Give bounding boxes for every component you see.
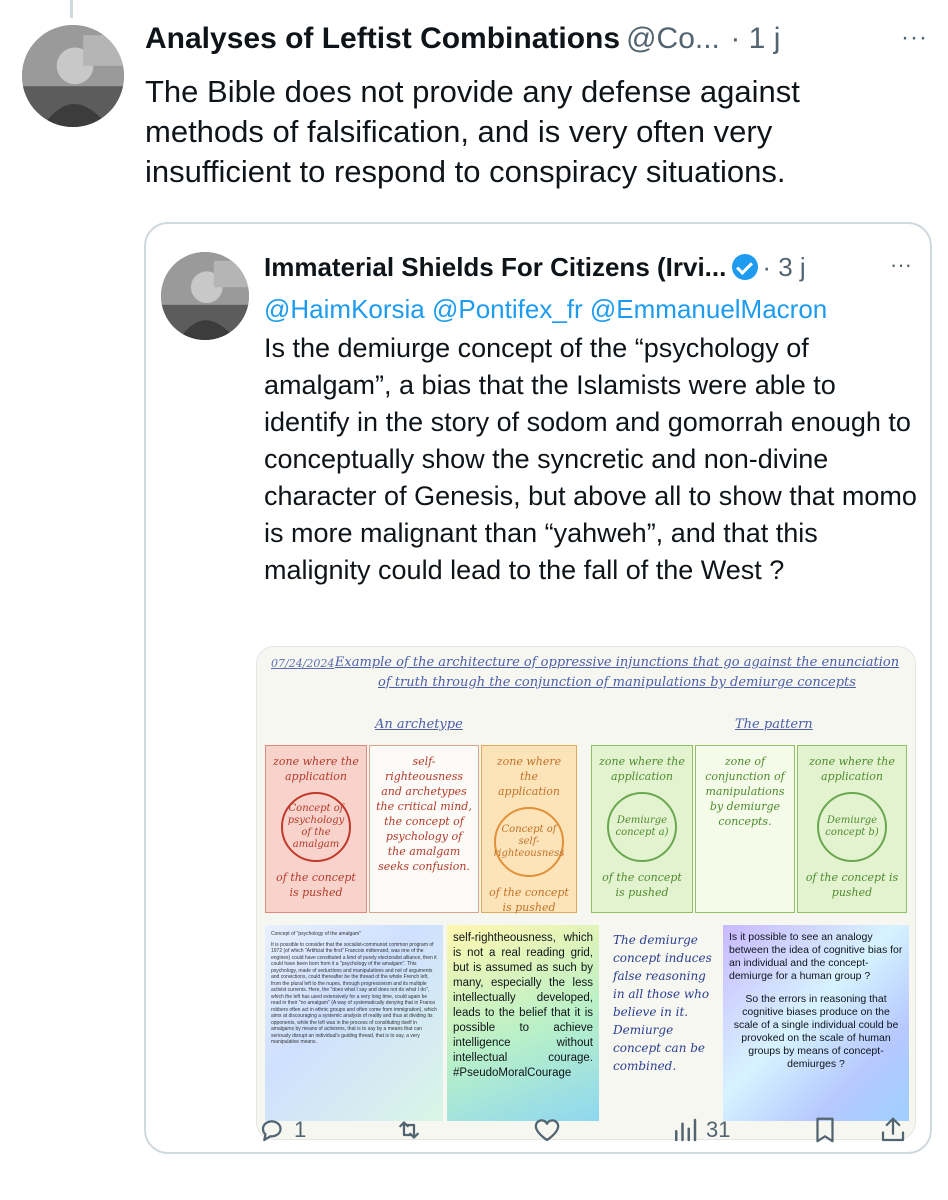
box-self-righteousness: self-rightheousness, which is not a real… (447, 925, 599, 1121)
tweet-actions-bar: 1 31 (0, 1115, 948, 1165)
quote-author-name[interactable]: Immaterial Shields For Citizens (Irvi... (264, 252, 726, 282)
author-name[interactable]: Analyses of Leftist Combinations (145, 22, 620, 55)
media-title: Example of the architecture of oppressiv… (334, 655, 900, 690)
concept-circle: Demiurge concept b) (817, 792, 887, 862)
pattern-label: The pattern (735, 717, 813, 732)
quote-text: Is the demiurge concept of the “psycholo… (264, 333, 917, 585)
reply-count: 1 (294, 1117, 307, 1142)
box-small-title: Concept of "psychology of the amalgam" (271, 931, 361, 937)
concept-circle: Concept of self-righteousness (494, 807, 565, 877)
bookmark-button[interactable] (810, 1115, 840, 1145)
avatar-photo-icon (161, 252, 249, 340)
concept-circle: Demiurge concept a) (607, 792, 677, 862)
concept-circle: Concept of psychology of the amalgam (281, 792, 351, 862)
quote-time[interactable]: · 3 j (762, 252, 805, 282)
archetype-label: An archetype (375, 717, 463, 732)
quote-author-avatar[interactable] (161, 252, 249, 340)
box-demiurge-handwritten: The demiurge concept induces false reaso… (613, 933, 712, 1073)
quote-tweet-card[interactable]: Immaterial Shields For Citizens (Irvi...… (144, 222, 932, 1154)
box-analogy-question: Is it possible to see an analogy between… (729, 931, 903, 982)
retweet-icon (399, 1121, 419, 1139)
views-button[interactable]: 31 (670, 1115, 730, 1145)
quote-more-options-icon[interactable]: ··· (890, 252, 912, 278)
panel-text: zone where the application (599, 755, 685, 783)
media-date: 07/24/2024 (271, 657, 335, 670)
panel-conjunction: zone of conjunction of manipulations by … (695, 745, 795, 913)
more-options-icon[interactable]: ··· (901, 24, 928, 52)
views-chart-icon (675, 1118, 697, 1142)
panel-text: zone where the application (273, 755, 359, 783)
tweet-header: Analyses of Leftist Combinations @Co... ·… (145, 22, 928, 70)
panel-amalgam: zone where the application Concept of ps… (265, 745, 367, 913)
box-cognitive-bias: Is it possible to see an analogy between… (723, 925, 909, 1121)
panel-demiurge-b: zone where the application Demiurge conc… (797, 745, 907, 913)
retweet-button[interactable] (394, 1115, 430, 1145)
author-handle[interactable]: @Co... (626, 22, 720, 55)
tweet-text: The Bible does not provide any defense a… (145, 74, 800, 189)
box-analogy-answer: So the errors in reasoning that cognitiv… (733, 993, 899, 1070)
quote-header: Immaterial Shields For Citizens (Irvi...… (264, 252, 912, 292)
author-avatar[interactable] (22, 25, 124, 127)
panel-self-righteousness: zone where the application Concept of se… (481, 745, 577, 914)
share-icon (881, 1117, 905, 1142)
panel-text: zone where the application (496, 755, 562, 798)
box-small-text: It is possible to consider that the soci… (271, 941, 437, 1046)
avatar-photo-icon (22, 25, 124, 127)
verified-badge-icon (732, 254, 759, 280)
share-button[interactable] (878, 1115, 908, 1145)
panel-text: zone where the application (809, 755, 895, 783)
like-button[interactable] (532, 1115, 568, 1145)
thread-line (70, 0, 73, 18)
panel-demiurge-a: zone where the application Demiurge conc… (591, 745, 693, 913)
tweet-time[interactable]: · 1 j (730, 22, 780, 55)
panel-text: of the concept is pushed (489, 886, 569, 914)
reply-button[interactable]: 1 (258, 1115, 306, 1145)
quote-mentions[interactable]: @HaimKorsia @Pontifex_fr @EmmanuelMacron (264, 294, 827, 325)
panel-text: of the concept is pushed (602, 871, 682, 899)
quote-media-image[interactable]: 07/24/2024 Example of the architecture o… (256, 646, 916, 1140)
panel-text: of the concept is pushed (805, 871, 899, 899)
heart-icon (534, 1119, 560, 1142)
views-count: 31 (706, 1117, 731, 1142)
reply-icon (261, 1120, 282, 1142)
panel-self-righteousness-text: self-righteousness and archetypes the cr… (369, 745, 479, 913)
bookmark-icon (816, 1117, 834, 1143)
panel-text: of the concept is pushed (276, 871, 356, 899)
box-amalgam-explanation: Concept of "psychology of the amalgam" I… (265, 925, 443, 1121)
